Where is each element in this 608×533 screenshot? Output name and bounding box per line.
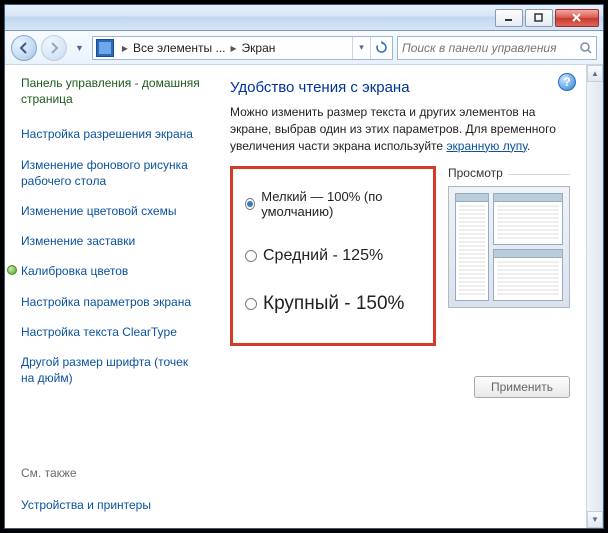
shield-icon <box>7 265 17 275</box>
sidebar-link-colorscheme[interactable]: Изменение цветовой схемы <box>21 203 202 219</box>
radio-large[interactable]: Крупный - 150% <box>245 293 423 315</box>
sidebar-link-devices[interactable]: Устройства и принтеры <box>21 497 202 513</box>
breadcrumb-seg1[interactable]: Все элементы ... <box>133 41 226 55</box>
search-box[interactable] <box>397 36 597 60</box>
radio-label: Средний - 125% <box>263 247 383 265</box>
scroll-track[interactable] <box>587 82 603 511</box>
minimize-button[interactable] <box>495 9 523 27</box>
scroll-down-button[interactable]: ▼ <box>587 511 603 528</box>
sidebar-title[interactable]: Панель управления - домашняя страница <box>21 75 202 107</box>
sidebar-link-display-settings[interactable]: Настройка параметров экрана <box>21 294 202 310</box>
page-description: Можно изменить размер текста и других эл… <box>230 104 570 154</box>
chevron-right-icon: ▸ <box>117 41 133 55</box>
scrollbar[interactable]: ▲ ▼ <box>586 65 603 528</box>
sidebar-link-screensaver[interactable]: Изменение заставки <box>21 233 202 249</box>
radio-label: Крупный - 150% <box>263 293 404 315</box>
radio-medium[interactable]: Средний - 125% <box>245 247 423 265</box>
body: Панель управления - домашняя страница На… <box>5 65 603 528</box>
close-button[interactable] <box>555 9 599 27</box>
radio-label: Мелкий — 100% (по умолчанию) <box>261 189 423 219</box>
control-panel-icon <box>96 39 114 57</box>
page-title: Удобство чтения с экрана <box>230 79 570 96</box>
sidebar-link-label: Калибровка цветов <box>21 264 128 278</box>
see-also-heading: См. также <box>21 466 202 480</box>
breadcrumb-dropdown[interactable]: ▾ <box>352 37 370 59</box>
chevron-right-icon: ▸ <box>226 41 242 55</box>
radio-icon <box>245 250 257 262</box>
nav-back-button[interactable] <box>11 35 37 61</box>
nav-forward-button[interactable] <box>41 35 67 61</box>
maximize-button[interactable] <box>525 9 553 27</box>
help-icon[interactable]: ? <box>558 73 576 91</box>
sidebar-link-dpi[interactable]: Другой размер шрифта (точек на дюйм) <box>21 354 202 386</box>
main-panel: ? Удобство чтения с экрана Можно изменит… <box>210 65 586 528</box>
breadcrumb[interactable]: ▸ Все элементы ... ▸ Экран ▾ <box>92 36 393 60</box>
titlebar <box>5 5 603 31</box>
preview-label: Просмотр <box>448 166 570 180</box>
breadcrumb-seg2[interactable]: Экран <box>242 41 276 55</box>
radio-icon <box>245 198 255 210</box>
preview-column: Просмотр <box>448 166 570 308</box>
preview-image <box>448 186 570 308</box>
search-input[interactable] <box>398 41 576 55</box>
radio-icon <box>245 298 257 310</box>
navbar: ▼ ▸ Все элементы ... ▸ Экран ▾ <box>5 31 603 65</box>
sidebar-link-wallpaper[interactable]: Изменение фонового рисунка рабочего стол… <box>21 157 202 189</box>
window: ▼ ▸ Все элементы ... ▸ Экран ▾ Панель уп… <box>4 4 604 529</box>
radio-small[interactable]: Мелкий — 100% (по умолчанию) <box>245 189 423 219</box>
nav-history-dropdown[interactable]: ▼ <box>71 43 88 53</box>
sidebar-link-cleartype[interactable]: Настройка текста ClearType <box>21 324 202 340</box>
refresh-button[interactable] <box>370 37 392 59</box>
apply-button[interactable]: Применить <box>474 376 570 398</box>
sidebar-link-resolution[interactable]: Настройка разрешения экрана <box>21 126 202 142</box>
scroll-up-button[interactable]: ▲ <box>587 65 603 82</box>
magnifier-link[interactable]: экранную лупу <box>446 139 527 153</box>
sidebar-link-calibrate[interactable]: Калибровка цветов <box>21 263 202 279</box>
sidebar: Панель управления - домашняя страница На… <box>5 65 210 528</box>
size-options-group: Мелкий — 100% (по умолчанию) Средний - 1… <box>230 166 436 346</box>
search-icon <box>576 41 596 55</box>
desc-text-end: . <box>527 139 530 153</box>
